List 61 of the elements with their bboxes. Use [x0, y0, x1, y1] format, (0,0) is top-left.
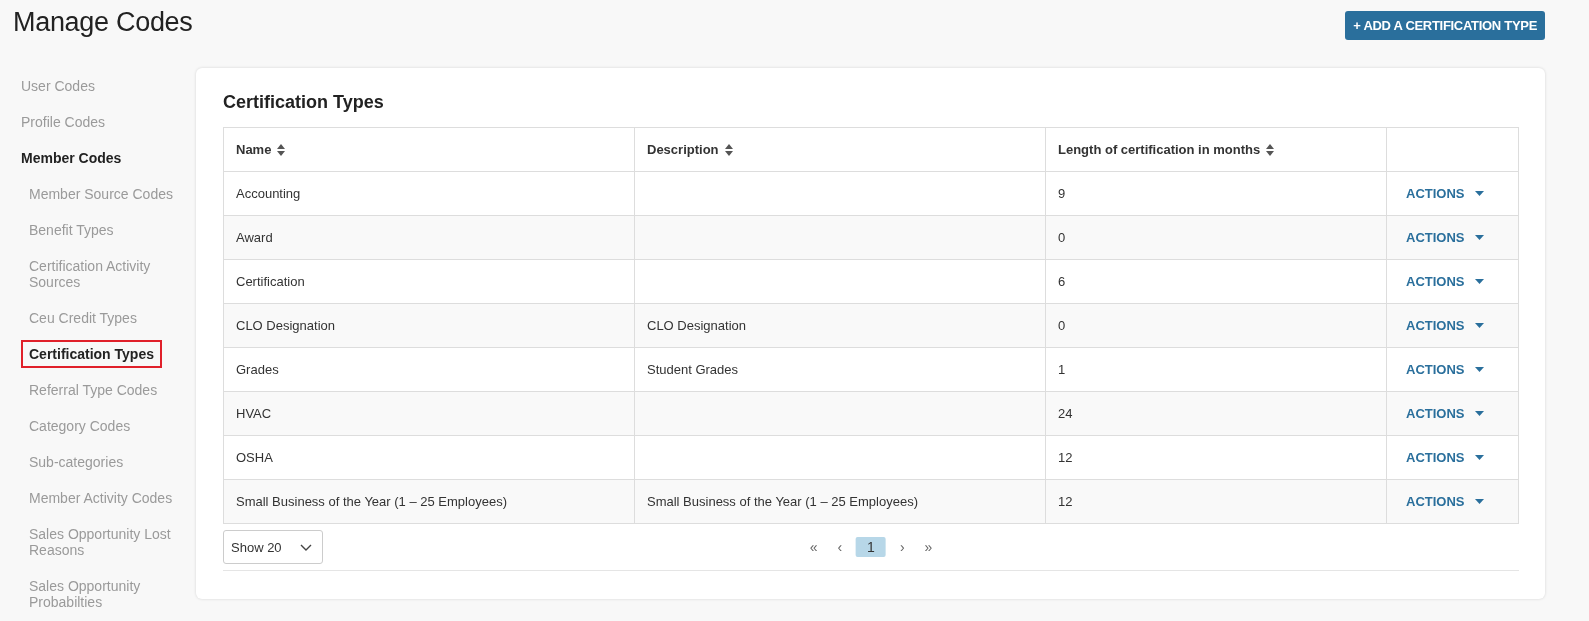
- sidebar-item[interactable]: Profile Codes: [21, 114, 106, 130]
- actions-button[interactable]: ACTIONS: [1406, 450, 1484, 465]
- caret-icon: [1474, 499, 1484, 504]
- first-page-button[interactable]: «: [803, 537, 824, 557]
- sidebar-item[interactable]: Sub-categories: [29, 454, 124, 470]
- sidebar-item[interactable]: Certification Types: [21, 340, 162, 368]
- add-certification-type-button[interactable]: + ADD A CERTIFICATION TYPE: [1345, 11, 1545, 40]
- actions-button[interactable]: ACTIONS: [1406, 186, 1484, 201]
- sort-icon[interactable]: [724, 144, 733, 156]
- sort-icon[interactable]: [277, 144, 286, 156]
- sidebar-item[interactable]: Sales Opportunity Probabilties: [29, 578, 196, 610]
- table-cell: OSHA: [236, 450, 273, 465]
- page-size-select[interactable]: Show 20: [223, 530, 323, 564]
- sidebar-item[interactable]: Referral Type Codes: [29, 382, 158, 398]
- table-cell: Student Grades: [647, 362, 739, 377]
- table-cell: Grades: [236, 362, 279, 377]
- table-cell: 1: [1058, 362, 1066, 377]
- caret-icon: [1474, 323, 1484, 328]
- caret-icon: [1474, 411, 1484, 416]
- actions-button[interactable]: ACTIONS: [1406, 230, 1484, 245]
- table-cell: Award: [236, 230, 273, 245]
- chevron-down-icon: [299, 543, 312, 551]
- sidebar-item[interactable]: Member Activity Codes: [29, 490, 173, 506]
- actions-button[interactable]: ACTIONS: [1406, 274, 1484, 289]
- table-cell: 6: [1058, 274, 1066, 289]
- table-cell: HVAC: [236, 406, 272, 421]
- caret-icon: [1474, 455, 1484, 460]
- table-cell: 9: [1058, 186, 1066, 201]
- column-header[interactable]: Length of certification in months: [1058, 142, 1261, 157]
- table-cell: Certification: [236, 274, 305, 289]
- card-title: Certification Types: [223, 92, 385, 113]
- sidebar-item[interactable]: Member Source Codes: [29, 186, 173, 202]
- previous-page-button[interactable]: ‹: [831, 537, 849, 557]
- caret-icon: [1474, 367, 1484, 372]
- table-cell: Small Business of the Year (1 – 25 Employees): [647, 494, 918, 509]
- caret-icon: [1474, 235, 1484, 240]
- table-cell: CLO Designation: [236, 318, 335, 333]
- table-cell: 12: [1058, 450, 1073, 465]
- column-header[interactable]: Name: [236, 142, 272, 157]
- actions-button[interactable]: ACTIONS: [1406, 494, 1484, 509]
- table-cell: 0: [1058, 230, 1066, 245]
- page-button[interactable]: 1: [856, 537, 886, 557]
- sidebar-item[interactable]: Member Codes: [21, 150, 122, 166]
- sidebar-item[interactable]: Category Codes: [29, 418, 131, 434]
- last-page-button[interactable]: »: [918, 537, 939, 557]
- caret-icon: [1474, 191, 1484, 196]
- sort-icon[interactable]: [1266, 144, 1275, 156]
- table-cell: Small Business of the Year (1 – 25 Employees): [236, 494, 507, 509]
- column-header[interactable]: Description: [647, 142, 719, 157]
- table-cell: 0: [1058, 318, 1066, 333]
- sidebar-item[interactable]: Sales Opportunity Lost Reasons: [29, 526, 196, 558]
- next-page-button[interactable]: ›: [893, 537, 911, 557]
- table-cell: 24: [1058, 406, 1073, 421]
- page-title: Manage Codes: [13, 7, 193, 38]
- table-cell: Accounting: [236, 186, 301, 201]
- actions-button[interactable]: ACTIONS: [1406, 406, 1484, 421]
- caret-icon: [1474, 279, 1484, 284]
- actions-button[interactable]: ACTIONS: [1406, 362, 1484, 377]
- actions-button[interactable]: ACTIONS: [1406, 318, 1484, 333]
- table-cell: 12: [1058, 494, 1073, 509]
- table-cell: CLO Designation: [647, 318, 746, 333]
